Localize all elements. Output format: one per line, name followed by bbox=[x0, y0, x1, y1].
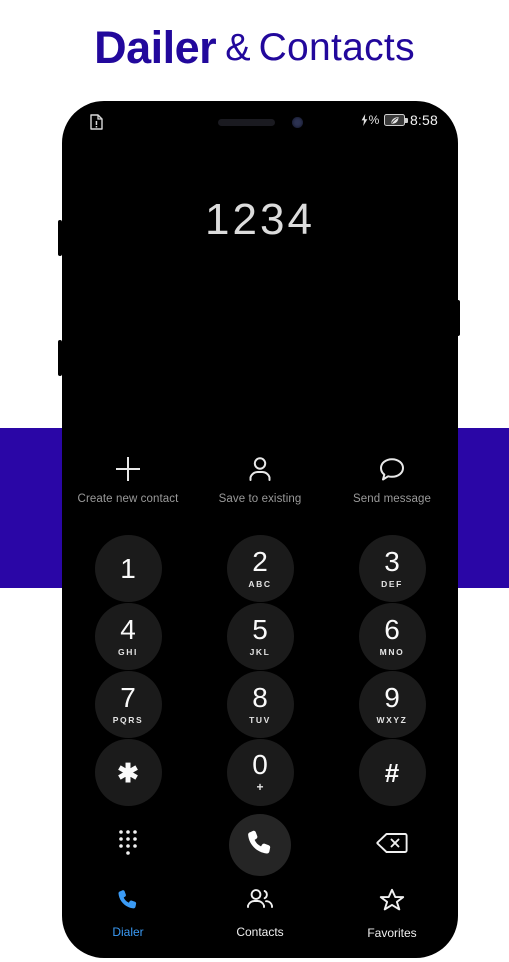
dialpad-key-digit: 3 bbox=[384, 546, 400, 577]
nav-item-favorites[interactable]: Favorites bbox=[326, 888, 458, 940]
page-title-bold: Dailer bbox=[94, 22, 217, 73]
earpiece-speaker bbox=[217, 119, 275, 126]
send-message-label: Send message bbox=[353, 493, 431, 505]
dialpad-key-letters: MNO bbox=[379, 647, 405, 657]
dialpad-key-digit: 4 bbox=[120, 614, 136, 645]
phone-handset-icon bbox=[116, 888, 140, 917]
dialed-number-area[interactable]: 1234 bbox=[62, 145, 458, 495]
dialpad-key-3[interactable]: 3 DEF bbox=[358, 535, 426, 602]
dialpad-key-letters: DEF bbox=[381, 579, 403, 589]
dialpad-key-digit: 9 bbox=[384, 682, 400, 713]
dialpad-key-digit: ✱ bbox=[117, 757, 139, 788]
save-to-existing-button[interactable]: Save to existing bbox=[194, 456, 326, 505]
dialpad-grid: 1 2 ABC 3 DEF 4 GHI 5 JKL 6 MNO 7 PQRS 8 TUV 9 WXYZ ✱ 0 + # bbox=[62, 535, 458, 806]
nav-label-dialer: Dialer bbox=[112, 925, 144, 939]
plus-icon bbox=[115, 456, 141, 482]
dialpad-key-star[interactable]: ✱ bbox=[94, 739, 162, 806]
contact-actions-row: Create new contact Save to existing Send… bbox=[62, 456, 458, 505]
dialpad-key-digit: 8 bbox=[252, 682, 268, 713]
create-new-contact-label: Create new contact bbox=[77, 493, 179, 505]
people-icon bbox=[246, 888, 274, 917]
dialpad-key-4[interactable]: 4 GHI bbox=[94, 603, 162, 670]
dialpad-key-letters: WXYZ bbox=[376, 715, 408, 725]
dialpad-key-letters: GHI bbox=[118, 647, 138, 657]
dialpad-key-digit: 6 bbox=[384, 614, 400, 645]
page-title: Dailer & Contacts bbox=[0, 0, 509, 96]
nav-item-dialer[interactable]: Dialer bbox=[62, 888, 194, 940]
save-to-existing-label: Save to existing bbox=[218, 493, 302, 505]
nav-item-contacts[interactable]: Contacts bbox=[194, 888, 326, 940]
dialpad-key-digit: 7 bbox=[120, 682, 136, 713]
dialpad-key-letters: + bbox=[256, 780, 264, 794]
page-title-ampersand: & bbox=[225, 26, 251, 69]
dialpad-key-8[interactable]: 8 TUV bbox=[226, 671, 294, 738]
dialpad-key-digit: 5 bbox=[252, 614, 268, 645]
message-bubble-icon bbox=[379, 456, 405, 482]
page-title-light: Contacts bbox=[258, 26, 415, 69]
dialpad-key-digit: 0 bbox=[252, 749, 268, 780]
dialpad-key-hash[interactable]: # bbox=[358, 739, 426, 806]
dialpad-key-letters: ABC bbox=[248, 579, 272, 589]
dialpad-key-5[interactable]: 5 JKL bbox=[226, 603, 294, 670]
dialpad-dots-icon[interactable] bbox=[116, 828, 140, 863]
call-button[interactable] bbox=[229, 814, 291, 876]
battery-percent-symbol: % bbox=[368, 113, 380, 127]
front-camera-dot bbox=[291, 117, 303, 128]
status-bar-clock: 8:58 bbox=[409, 112, 438, 128]
dialpad-key-2[interactable]: 2 ABC bbox=[226, 535, 294, 602]
phone-handset-icon bbox=[245, 828, 275, 863]
call-action-row bbox=[62, 814, 458, 876]
dialpad-key-9[interactable]: 9 WXYZ bbox=[358, 671, 426, 738]
dialpad-key-letters: PQRS bbox=[112, 715, 144, 725]
dialpad-key-7[interactable]: 7 PQRS bbox=[94, 671, 162, 738]
nav-label-contacts: Contacts bbox=[236, 925, 284, 939]
dialpad-key-6[interactable]: 6 MNO bbox=[358, 603, 426, 670]
dialpad-key-0[interactable]: 0 + bbox=[226, 739, 294, 806]
battery-eco-icon bbox=[383, 114, 408, 126]
star-outline-icon bbox=[379, 888, 405, 918]
dialpad-key-letters: JKL bbox=[249, 647, 271, 657]
bottom-navigation: Dialer Contacts Favorites bbox=[62, 888, 458, 940]
dialpad-key-1[interactable]: 1 bbox=[94, 535, 162, 602]
status-bar: % 8:58 bbox=[62, 101, 458, 145]
status-indicators: % 8:58 bbox=[361, 112, 438, 128]
create-new-contact-button[interactable]: Create new contact bbox=[62, 456, 194, 505]
nav-label-favorites: Favorites bbox=[367, 926, 417, 940]
app-screenshot: Dailer & Contacts % 8:58 1234 Create new… bbox=[0, 0, 509, 962]
dialpad-key-digit: 2 bbox=[252, 546, 268, 577]
backspace-icon[interactable] bbox=[376, 831, 408, 860]
dialpad-key-digit: 1 bbox=[120, 552, 136, 584]
dialed-number: 1234 bbox=[205, 195, 315, 244]
battery-percent-indicator: % bbox=[361, 113, 379, 127]
dialpad-key-digit: # bbox=[384, 757, 400, 788]
dialpad-key-letters: TUV bbox=[249, 715, 271, 725]
phone-frame: % 8:58 1234 Create new contact Save to e… bbox=[62, 101, 458, 958]
person-icon bbox=[248, 456, 272, 482]
send-message-button[interactable]: Send message bbox=[326, 456, 458, 505]
